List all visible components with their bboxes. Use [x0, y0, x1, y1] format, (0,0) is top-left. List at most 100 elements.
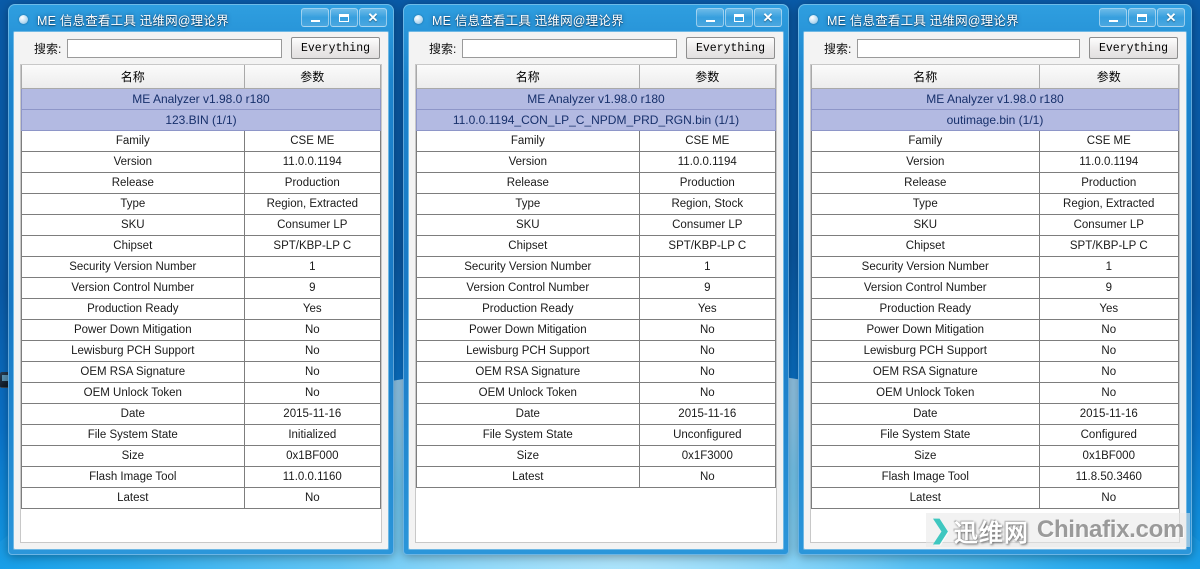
table-row[interactable]: Lewisburg PCH Support No [811, 339, 1179, 362]
titlebar[interactable]: ME 信息查看工具 迅维网@理论界 ✕ [13, 7, 389, 31]
table-row[interactable]: Release Production [21, 171, 381, 194]
search-input[interactable] [857, 38, 1080, 58]
row-name: Power Down Mitigation [811, 318, 1040, 341]
table-row[interactable]: Flash Image Tool 11.0.0.1160 [21, 465, 381, 488]
table-row[interactable]: Latest No [416, 465, 776, 488]
table-row[interactable]: Release Production [416, 171, 776, 194]
everything-button[interactable]: Everything [1088, 37, 1178, 59]
table-row[interactable]: Type Region, Extracted [21, 192, 381, 215]
table-row[interactable]: Latest No [21, 486, 381, 509]
table-row[interactable]: SKU Consumer LP [416, 213, 776, 236]
window-1[interactable]: ME 信息查看工具 迅维网@理论界 ✕ 搜索: Everything 名称 参数 ME An… [8, 4, 394, 555]
column-header-name[interactable]: 名称 [21, 65, 245, 89]
app-version-banner[interactable]: ME Analyzer v1.98.0 r180 [416, 87, 776, 110]
table-row[interactable]: OEM Unlock Token No [416, 381, 776, 404]
table-row[interactable]: SKU Consumer LP [21, 213, 381, 236]
table-row[interactable]: Security Version Number 1 [811, 255, 1179, 278]
table-row[interactable]: Family CSE ME [811, 129, 1179, 152]
row-name: Latest [416, 465, 640, 488]
table-row[interactable]: Family CSE ME [416, 129, 776, 152]
table-row[interactable]: Lewisburg PCH Support No [21, 339, 381, 362]
window-3[interactable]: ME 信息查看工具 迅维网@理论界 ✕ 搜索: Everything 名称 参数 ME An… [798, 4, 1192, 555]
file-name-banner[interactable]: 123.BIN (1/1) [21, 108, 381, 131]
table-row[interactable]: Size 0x1F3000 [416, 444, 776, 467]
row-value: 9 [638, 276, 776, 299]
table-row[interactable]: Chipset SPT/KBP-LP C [416, 234, 776, 257]
table-header-row: 名称 参数 [811, 65, 1179, 89]
table-row[interactable]: File System State Initialized [21, 423, 381, 446]
column-header-value[interactable]: 参数 [243, 65, 381, 89]
row-name: Security Version Number [21, 255, 245, 278]
table-row[interactable]: Release Production [811, 171, 1179, 194]
table-row[interactable]: Power Down Mitigation No [416, 318, 776, 341]
titlebar[interactable]: ME 信息查看工具 迅维网@理论界 ✕ [408, 7, 784, 31]
window-title: ME 信息查看工具 迅维网@理论界 [432, 13, 624, 28]
table-row[interactable]: File System State Configured [811, 423, 1179, 446]
table-row[interactable]: Flash Image Tool 11.8.50.3460 [811, 465, 1179, 488]
table-row[interactable]: Version Control Number 9 [416, 276, 776, 299]
maximize-button[interactable] [330, 8, 358, 27]
row-name: Production Ready [416, 297, 640, 320]
minimize-button[interactable] [696, 8, 724, 27]
column-header-value[interactable]: 参数 [638, 65, 776, 89]
table-row[interactable]: Date 2015-11-16 [416, 402, 776, 425]
window-2[interactable]: ME 信息查看工具 迅维网@理论界 ✕ 搜索: Everything 名称 参数 ME An… [403, 4, 789, 555]
minimize-button[interactable] [301, 8, 329, 27]
table-row[interactable]: Security Version Number 1 [21, 255, 381, 278]
table-row[interactable]: Type Region, Extracted [811, 192, 1179, 215]
table-row[interactable]: OEM RSA Signature No [416, 360, 776, 383]
everything-button[interactable]: Everything [290, 37, 380, 59]
app-version-banner[interactable]: ME Analyzer v1.98.0 r180 [811, 87, 1179, 110]
table-row[interactable]: OEM RSA Signature No [811, 360, 1179, 383]
file-name-banner[interactable]: 11.0.0.1194_CON_LP_C_NPDM_PRD_RGN.bin (1… [416, 108, 776, 131]
table-row[interactable]: Type Region, Stock [416, 192, 776, 215]
row-value: 11.0.0.1194 [243, 150, 381, 173]
app-version-banner[interactable]: ME Analyzer v1.98.0 r180 [21, 87, 381, 110]
table-row[interactable]: Date 2015-11-16 [811, 402, 1179, 425]
maximize-button[interactable] [725, 8, 753, 27]
close-button[interactable]: ✕ [1157, 8, 1185, 27]
table-row[interactable]: Power Down Mitigation No [811, 318, 1179, 341]
table-row[interactable]: Security Version Number 1 [416, 255, 776, 278]
table-row[interactable]: Version 11.0.0.1194 [21, 150, 381, 173]
maximize-button[interactable] [1128, 8, 1156, 27]
close-button[interactable]: ✕ [754, 8, 782, 27]
table-row[interactable]: Version 11.0.0.1194 [416, 150, 776, 173]
row-name: Lewisburg PCH Support [416, 339, 640, 362]
table-row[interactable]: OEM Unlock Token No [21, 381, 381, 404]
table-row[interactable]: Latest No [811, 486, 1179, 509]
table-row[interactable]: Production Ready Yes [811, 297, 1179, 320]
table-row[interactable]: Production Ready Yes [21, 297, 381, 320]
table-row[interactable]: Version 11.0.0.1194 [811, 150, 1179, 173]
table-row[interactable]: Version Control Number 9 [21, 276, 381, 299]
search-input[interactable] [462, 38, 677, 58]
close-button[interactable]: ✕ [359, 8, 387, 27]
table-row[interactable]: SKU Consumer LP [811, 213, 1179, 236]
table-empty-space [21, 508, 381, 542]
column-header-name[interactable]: 名称 [811, 65, 1040, 89]
table-row[interactable]: Version Control Number 9 [811, 276, 1179, 299]
table-row[interactable]: OEM Unlock Token No [811, 381, 1179, 404]
search-input[interactable] [67, 38, 282, 58]
table-row[interactable]: OEM RSA Signature No [21, 360, 381, 383]
table-row[interactable]: Chipset SPT/KBP-LP C [21, 234, 381, 257]
file-name-banner[interactable]: outimage.bin (1/1) [811, 108, 1179, 131]
table-row[interactable]: Size 0x1BF000 [21, 444, 381, 467]
row-value: Configured [1038, 423, 1179, 446]
table-row[interactable]: Lewisburg PCH Support No [416, 339, 776, 362]
row-name: Type [21, 192, 245, 215]
row-value: No [638, 360, 776, 383]
column-header-value[interactable]: 参数 [1038, 65, 1179, 89]
table-row[interactable]: File System State Unconfigured [416, 423, 776, 446]
minimize-button[interactable] [1099, 8, 1127, 27]
row-value: No [1038, 486, 1179, 509]
table-row[interactable]: Family CSE ME [21, 129, 381, 152]
table-row[interactable]: Production Ready Yes [416, 297, 776, 320]
table-row[interactable]: Size 0x1BF000 [811, 444, 1179, 467]
everything-button[interactable]: Everything [685, 37, 775, 59]
table-row[interactable]: Power Down Mitigation No [21, 318, 381, 341]
table-row[interactable]: Date 2015-11-16 [21, 402, 381, 425]
titlebar[interactable]: ME 信息查看工具 迅维网@理论界 ✕ [803, 7, 1187, 31]
table-row[interactable]: Chipset SPT/KBP-LP C [811, 234, 1179, 257]
column-header-name[interactable]: 名称 [416, 65, 640, 89]
